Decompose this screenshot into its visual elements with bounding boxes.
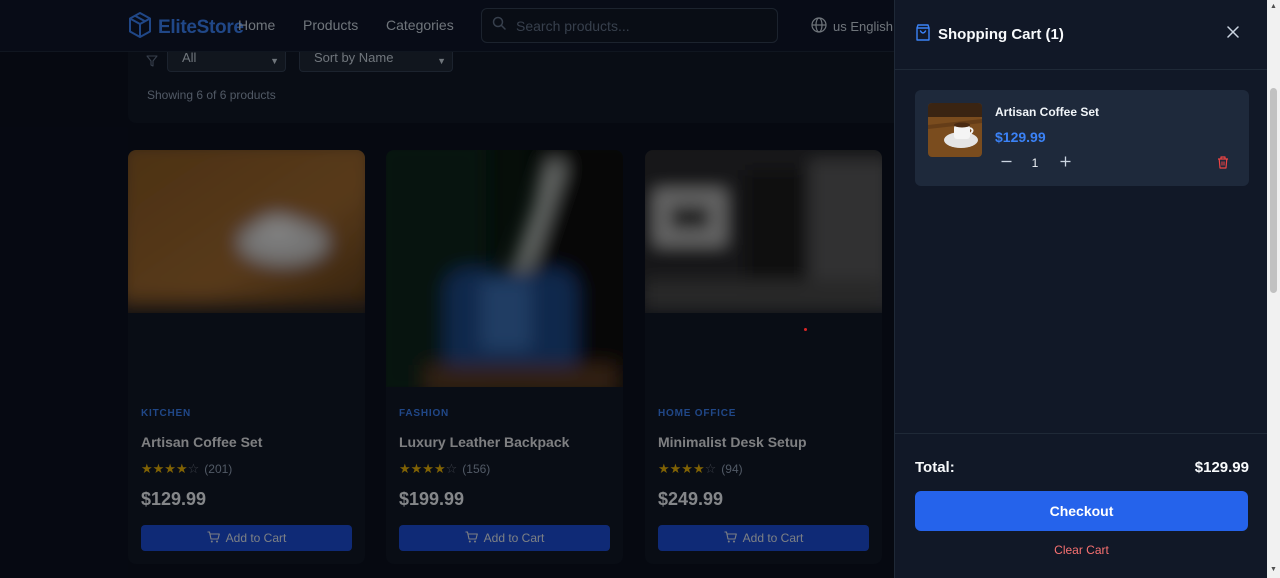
cart-item-thumbnail [928, 103, 982, 157]
scrollbar-thumb[interactable] [1270, 88, 1277, 293]
clear-cart-button[interactable]: Clear Cart [895, 543, 1268, 557]
remove-item-button[interactable] [1217, 156, 1229, 174]
quantity-value: 1 [1031, 156, 1039, 170]
total-value: $129.99 [1194, 459, 1249, 476]
scroll-down-arrow-icon[interactable]: ▼ [1270, 566, 1277, 573]
cart-item-price: $129.99 [995, 129, 1046, 145]
total-label: Total: [915, 459, 955, 476]
cart-drawer: Shopping Cart (1) Artisan Coffee Set $12… [894, 0, 1268, 578]
scroll-up-arrow-icon[interactable]: ▲ [1270, 3, 1277, 10]
page-scrollbar[interactable]: ▲ ▼ [1267, 0, 1280, 578]
close-icon [1227, 25, 1239, 43]
increase-quantity-button[interactable] [1058, 155, 1072, 169]
cart-footer: Total: $129.99 Checkout Clear Cart [895, 433, 1268, 578]
decrease-quantity-button[interactable] [999, 155, 1013, 169]
plus-icon [1060, 154, 1071, 171]
shopping-bag-icon [915, 24, 931, 45]
close-cart-button[interactable] [1223, 24, 1243, 44]
cart-item: Artisan Coffee Set $129.99 1 [915, 90, 1249, 186]
trash-icon [1217, 156, 1229, 173]
cart-item-name: Artisan Coffee Set [995, 105, 1100, 119]
cart-header: Shopping Cart (1) [895, 0, 1268, 70]
minus-icon [1001, 154, 1012, 171]
cursor-dot [804, 328, 807, 331]
cart-title-text: Shopping Cart (1) [938, 26, 1064, 43]
checkout-button[interactable]: Checkout [915, 491, 1248, 531]
cart-title: Shopping Cart (1) [915, 24, 1064, 45]
